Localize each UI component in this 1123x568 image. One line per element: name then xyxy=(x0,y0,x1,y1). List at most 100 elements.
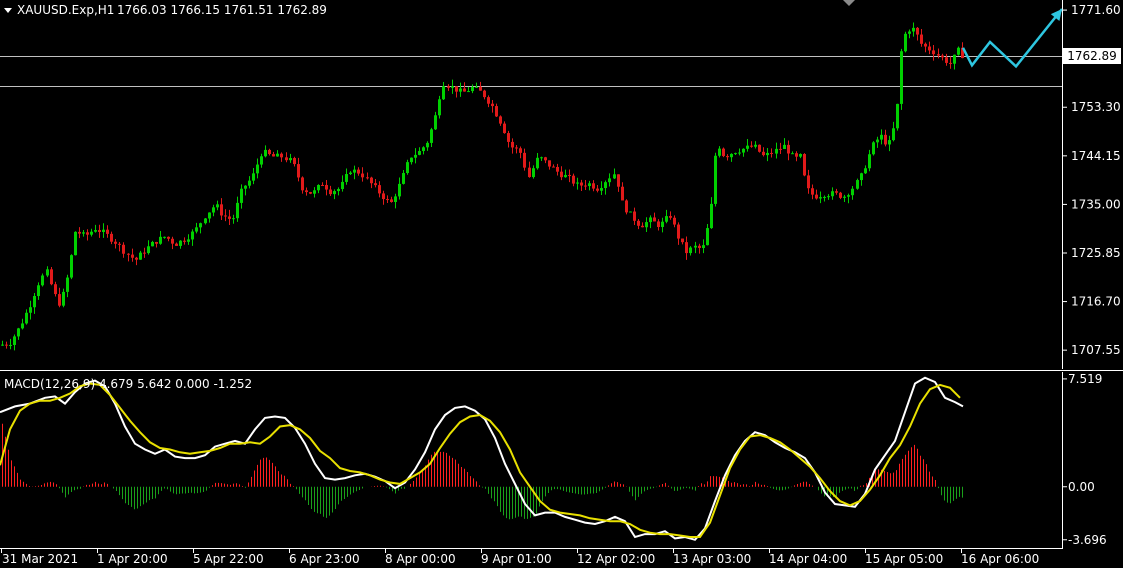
time-tick-label: 14 Apr 04:00 xyxy=(769,552,847,566)
candle-body xyxy=(689,247,692,254)
candle-body xyxy=(957,47,960,55)
candle-body xyxy=(333,191,336,195)
candle-body xyxy=(576,182,579,184)
candle-body xyxy=(706,228,709,246)
candle-body xyxy=(406,162,409,174)
candle-body xyxy=(13,336,16,345)
candle-body xyxy=(519,148,522,153)
time-tick-label: 5 Apr 22:00 xyxy=(193,552,264,566)
chart-background xyxy=(0,0,1123,568)
chart-canvas[interactable]: 1771.60 1753.30 1744.15 1735.00 1725.85 1716.… xyxy=(0,0,1123,568)
candle-body xyxy=(455,86,458,92)
candle-body xyxy=(896,103,899,129)
candle-body xyxy=(823,196,826,198)
candle-body xyxy=(835,191,838,193)
candle-body xyxy=(58,294,61,306)
price-tick-label: 1735.00 xyxy=(1071,197,1121,211)
candle-body xyxy=(803,154,806,176)
price-tick-label: 1716.70 xyxy=(1071,295,1121,309)
candle-body xyxy=(17,328,20,337)
time-tick-label: 16 Apr 06:00 xyxy=(961,552,1039,566)
candle-body xyxy=(370,177,373,184)
candle-body xyxy=(495,106,498,117)
candle-body xyxy=(62,291,65,306)
candle-body xyxy=(637,220,640,226)
candle-body xyxy=(872,142,875,155)
candle-body xyxy=(532,168,535,178)
candle-body xyxy=(289,158,292,161)
candle-body xyxy=(159,236,162,244)
candle-body xyxy=(827,196,830,198)
candle-body xyxy=(507,133,510,142)
candle-body xyxy=(584,185,587,187)
candle-body xyxy=(135,257,138,260)
candle-body xyxy=(86,232,89,235)
candle-body xyxy=(924,43,927,47)
candle-body xyxy=(410,157,413,163)
candle-body xyxy=(345,174,348,182)
candle-body xyxy=(588,183,591,187)
candle-body xyxy=(187,239,190,242)
candle-body xyxy=(463,88,466,92)
candle-body xyxy=(807,175,810,189)
candle-body xyxy=(783,144,786,150)
candle-body xyxy=(941,55,944,58)
candle-body xyxy=(78,231,81,234)
candle-body xyxy=(467,91,470,93)
candle-body xyxy=(102,229,105,232)
candle-body xyxy=(479,86,482,91)
candle-body xyxy=(90,231,93,235)
candle-body xyxy=(280,153,283,158)
candle-body xyxy=(228,216,231,219)
candle-body xyxy=(256,164,259,174)
candle-body xyxy=(762,151,765,156)
candle-body xyxy=(297,164,300,178)
candle-body xyxy=(220,204,223,216)
candle-body xyxy=(175,243,178,246)
candle-body xyxy=(487,97,490,104)
candle-body xyxy=(232,218,235,220)
candle-body xyxy=(199,223,202,228)
candle-body xyxy=(447,86,450,88)
candle-body xyxy=(378,185,381,194)
candle-body xyxy=(523,152,526,168)
candle-body xyxy=(665,216,668,222)
candle-body xyxy=(414,154,417,158)
candle-body xyxy=(920,34,923,44)
candle-body xyxy=(536,157,539,169)
candle-body xyxy=(718,148,721,156)
macd-tick-label: 0.00 xyxy=(1068,480,1095,494)
candle-body xyxy=(224,215,227,217)
candle-body xyxy=(361,173,364,178)
candle-body xyxy=(179,240,182,246)
candle-body xyxy=(892,128,895,141)
candle-body xyxy=(21,323,24,329)
candle-body xyxy=(204,218,207,224)
candle-body xyxy=(50,269,53,285)
candle-body xyxy=(451,86,454,88)
candle-body xyxy=(353,169,356,173)
candle-body xyxy=(722,148,725,157)
candle-body xyxy=(912,27,915,32)
candle-body xyxy=(746,145,749,149)
candle-body xyxy=(669,216,672,218)
candle-body xyxy=(953,54,956,64)
candle-body xyxy=(864,168,867,174)
candle-body xyxy=(568,174,571,176)
candle-body xyxy=(382,193,385,200)
candle-body xyxy=(641,225,644,228)
candle-body xyxy=(442,86,445,100)
price-tick-label: 1753.30 xyxy=(1071,100,1121,114)
time-tick-label: 13 Apr 03:00 xyxy=(673,552,751,566)
candle-body xyxy=(916,27,919,35)
candle-body xyxy=(564,174,567,178)
candle-body xyxy=(730,153,733,158)
candle-body xyxy=(851,188,854,196)
candle-body xyxy=(932,50,935,55)
candle-body xyxy=(904,33,907,52)
candle-body xyxy=(937,54,940,56)
candle-body xyxy=(114,241,117,244)
candle-body xyxy=(276,153,279,157)
candle-body xyxy=(580,182,583,186)
candle-body xyxy=(163,236,166,238)
